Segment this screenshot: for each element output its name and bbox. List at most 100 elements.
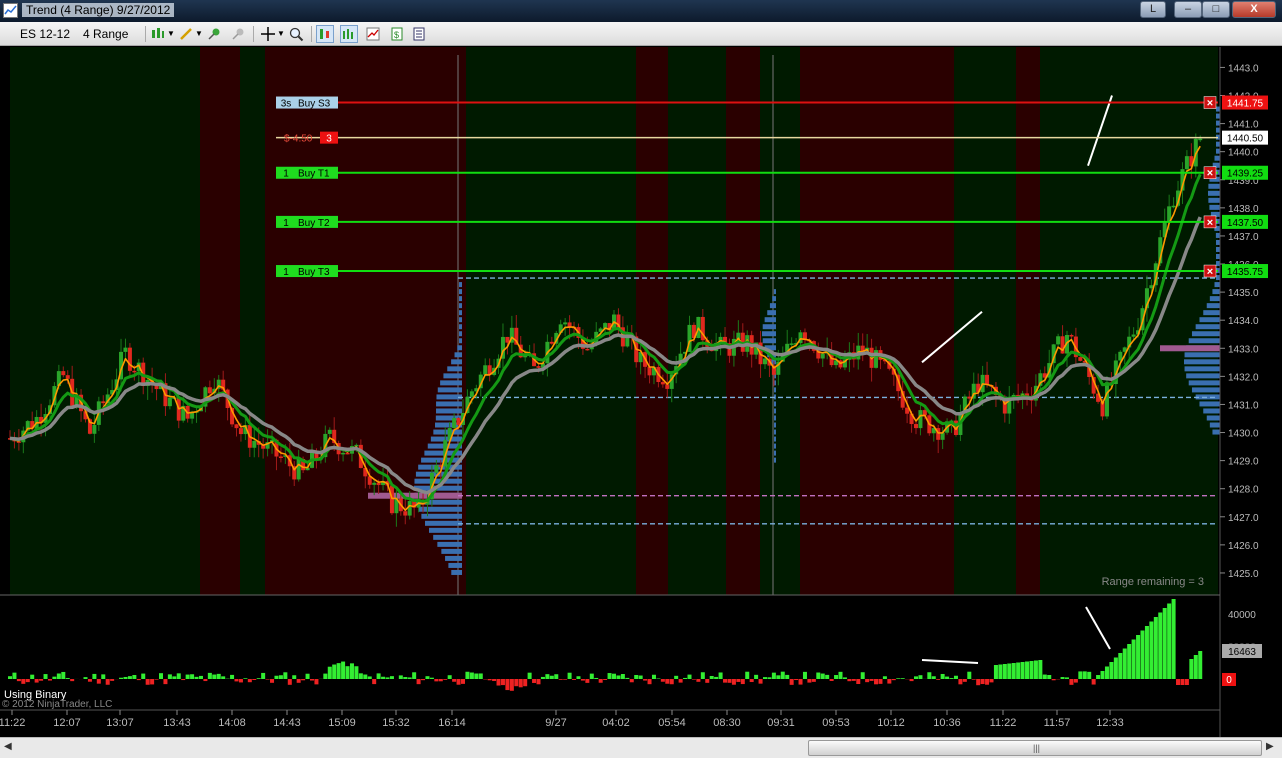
volume-profile-bar: [459, 296, 462, 302]
candle-body: [505, 336, 510, 343]
histogram-bar: [678, 679, 683, 683]
time-tick-label: 14:43: [273, 717, 301, 729]
candle-body: [1198, 138, 1203, 141]
candle-body: [536, 366, 541, 368]
histogram-bar: [811, 679, 816, 682]
close-button[interactable]: X: [1232, 1, 1276, 18]
time-tick-label: 11:22: [990, 717, 1017, 729]
time-tick-label: 15:09: [328, 717, 356, 729]
histogram-bar: [780, 671, 785, 679]
chevron-down-icon[interactable]: ▼: [195, 25, 203, 43]
volume-profile-bar: [1188, 380, 1220, 386]
histogram-bar: [1144, 626, 1149, 679]
histogram-bar: [92, 673, 97, 679]
histogram-bar: [860, 672, 865, 679]
session-zone: [1040, 47, 1218, 595]
histogram-bar: [416, 679, 421, 685]
order-qty: 1: [283, 267, 289, 278]
indicators-icon[interactable]: [340, 25, 358, 43]
histogram-bar: [731, 679, 736, 685]
volume-profile-bar: [774, 450, 776, 456]
maximize-button[interactable]: □: [1202, 1, 1230, 18]
crosshair-icon[interactable]: [259, 25, 277, 43]
point-of-control-bar: [1160, 345, 1220, 352]
volume-profile-bar: [459, 289, 462, 295]
chevron-down-icon[interactable]: ▼: [277, 25, 285, 43]
scroll-left-icon[interactable]: ◀: [4, 741, 12, 752]
period-selector[interactable]: 4 Range ▼: [83, 25, 143, 58]
histogram-bar: [1100, 671, 1105, 679]
point-of-control-bar: [368, 492, 462, 499]
properties-icon[interactable]: [410, 25, 428, 43]
candle-body: [389, 485, 394, 514]
ninjatrader-window: Trend (4 Range) 9/27/2012 L – □ X ES 12-…: [0, 0, 1282, 758]
volume-profile-bar: [1199, 401, 1220, 407]
instrument-selector[interactable]: ES 12-12 ▼: [20, 25, 78, 58]
histogram-bar: [1020, 662, 1025, 679]
candle-body: [483, 365, 488, 375]
minimize-button[interactable]: –: [1174, 1, 1202, 18]
price-tick-label: 1429.0: [1228, 457, 1259, 468]
time-tick-label: 10:36: [933, 717, 961, 729]
period-label: 4 Range: [83, 27, 129, 41]
candle-body: [167, 397, 172, 407]
histogram-bar: [323, 673, 328, 679]
histogram-bar: [500, 679, 505, 686]
candle-body: [985, 374, 990, 385]
histogram-bar: [558, 679, 563, 680]
volume-profile-bar: [773, 289, 776, 295]
histogram-bar: [789, 679, 794, 685]
histogram-bar: [1007, 663, 1012, 679]
chart-style-icon[interactable]: [149, 25, 167, 43]
histogram-bar: [536, 679, 541, 685]
strategies-icon[interactable]: [364, 25, 382, 43]
unpin-icon[interactable]: [229, 25, 247, 43]
zoom-icon[interactable]: [287, 25, 305, 43]
volume-profile-bar: [1184, 359, 1220, 365]
order-label: Buy T3: [298, 267, 330, 278]
histogram-bar: [230, 674, 235, 679]
pin-icon[interactable]: [205, 25, 223, 43]
toolbar-divider: [145, 26, 146, 42]
time-tick-label: 15:32: [382, 717, 410, 729]
histogram-bar: [238, 679, 243, 683]
histogram-bar: [247, 679, 252, 683]
volume-profile-bar: [767, 310, 776, 316]
scroll-right-icon[interactable]: ▶: [1266, 741, 1274, 752]
time-tick-label: 11:22: [0, 717, 25, 729]
histogram-bar: [1122, 648, 1127, 679]
histogram-bar: [283, 672, 288, 679]
histogram-bar: [918, 675, 923, 679]
scrollbar-thumb[interactable]: |||: [808, 740, 1262, 756]
candle-body: [1069, 334, 1074, 337]
histogram-bar: [1180, 679, 1185, 685]
drawing-tool-icon[interactable]: [177, 25, 195, 43]
volume-profile-bar: [1216, 141, 1220, 147]
histogram-bar: [265, 679, 270, 680]
horizontal-scrollbar[interactable]: ◀ ||| ▶: [0, 737, 1282, 758]
histogram-bar: [358, 673, 363, 679]
volume-profile-bar: [1206, 303, 1220, 309]
candle-body: [252, 440, 257, 448]
candle-body: [696, 316, 701, 338]
candle-body: [967, 396, 972, 399]
histogram-bar: [598, 679, 603, 683]
link-button[interactable]: L: [1140, 1, 1166, 18]
time-tick-label: 08:30: [713, 717, 741, 729]
order-label: Buy T1: [298, 169, 330, 180]
histogram-bar: [776, 675, 781, 679]
histogram-bar: [12, 672, 17, 679]
price-chart[interactable]: 1443.01442.01441.01440.01439.01438.01437…: [0, 47, 1282, 737]
time-tick-label: 14:08: [218, 717, 246, 729]
histogram-bar: [434, 679, 439, 682]
volume-profile-bar: [1208, 197, 1220, 203]
data-series-icon[interactable]: [316, 25, 334, 43]
histogram-bar: [909, 679, 914, 682]
chevron-down-icon[interactable]: ▼: [167, 25, 175, 43]
chart-trader-icon[interactable]: $: [388, 25, 406, 43]
histogram-bar: [1011, 663, 1016, 679]
volume-profile-bar: [433, 429, 462, 435]
histogram-bar: [52, 676, 57, 679]
histogram-bar: [585, 679, 590, 683]
histogram-bar: [549, 675, 554, 679]
